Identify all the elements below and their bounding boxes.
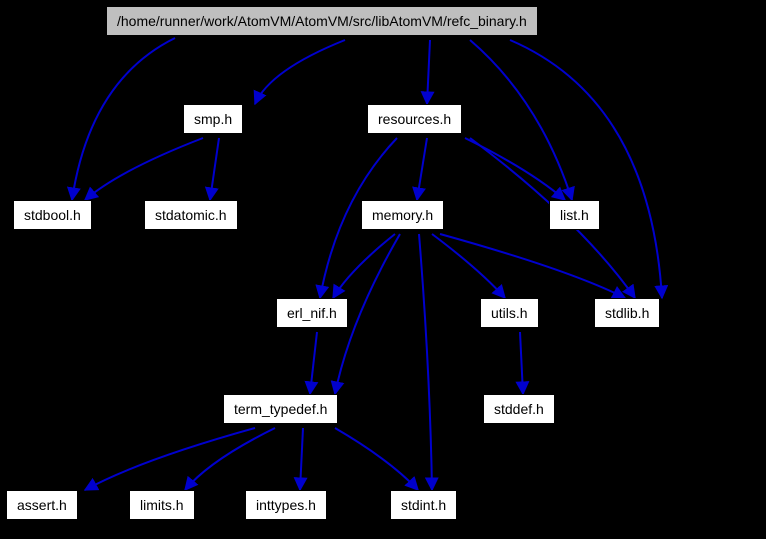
node-label: memory.h [372, 207, 433, 223]
node-inttypes[interactable]: inttypes.h [245, 490, 327, 520]
node-list[interactable]: list.h [549, 200, 600, 230]
node-label: stdatomic.h [155, 207, 227, 223]
node-label: assert.h [17, 497, 67, 513]
node-erl-nif[interactable]: erl_nif.h [276, 298, 348, 328]
node-limits[interactable]: limits.h [129, 490, 195, 520]
node-stddef[interactable]: stddef.h [483, 394, 555, 424]
node-resources[interactable]: resources.h [367, 104, 462, 134]
node-label: stdlib.h [605, 305, 649, 321]
node-memory[interactable]: memory.h [361, 200, 444, 230]
node-label: smp.h [194, 111, 232, 127]
node-root[interactable]: /home/runner/work/AtomVM/AtomVM/src/libA… [106, 6, 538, 36]
node-label: resources.h [378, 111, 451, 127]
node-label: inttypes.h [256, 497, 316, 513]
node-label: stdint.h [401, 497, 446, 513]
node-label: limits.h [140, 497, 184, 513]
node-stdint[interactable]: stdint.h [390, 490, 457, 520]
node-stdatomic[interactable]: stdatomic.h [144, 200, 238, 230]
node-label: stddef.h [494, 401, 544, 417]
node-smp[interactable]: smp.h [183, 104, 243, 134]
node-term-typedef[interactable]: term_typedef.h [223, 394, 338, 424]
node-assert[interactable]: assert.h [6, 490, 78, 520]
node-stdlib[interactable]: stdlib.h [594, 298, 660, 328]
node-utils[interactable]: utils.h [480, 298, 539, 328]
node-label: /home/runner/work/AtomVM/AtomVM/src/libA… [117, 13, 527, 29]
node-label: stdbool.h [24, 207, 81, 223]
node-label: utils.h [491, 305, 528, 321]
node-label: list.h [560, 207, 589, 223]
node-label: term_typedef.h [234, 401, 327, 417]
node-label: erl_nif.h [287, 305, 337, 321]
node-stdbool[interactable]: stdbool.h [13, 200, 92, 230]
